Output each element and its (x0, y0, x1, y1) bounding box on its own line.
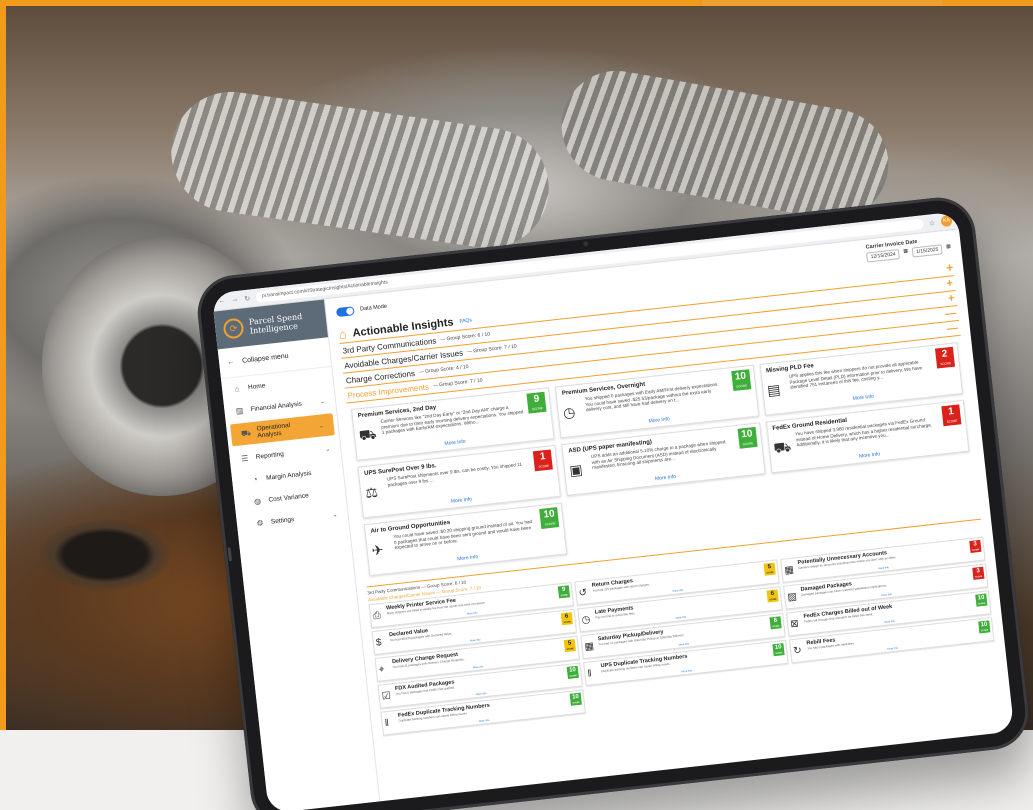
home-icon: ⌂ (234, 383, 241, 394)
chevron-down-icon: ⌄ (332, 511, 338, 519)
sliders-icon: ☰ (240, 453, 249, 463)
truck-icon: ⛟ (240, 428, 252, 439)
chevron-down-icon: ⌄ (318, 422, 325, 430)
barcode-icon: ‖ (586, 668, 593, 680)
reload-icon[interactable]: ↻ (244, 294, 251, 303)
gear-icon: ⚙ (255, 517, 265, 528)
calendar-icon[interactable]: ▦ (946, 243, 952, 253)
plane-truck-icon: ✈ (370, 541, 385, 559)
score-badge: 9 SCORE (557, 585, 571, 599)
score-badge: 5 SCORE (563, 638, 576, 653)
margin-icon: ◔ (252, 474, 259, 484)
score-badge: 3 SCORE (972, 566, 985, 580)
return-icon: ↺ (578, 587, 588, 600)
scale-icon: ⚖ (364, 483, 379, 502)
camera-dot (583, 241, 589, 247)
threaded-hole-image (40, 520, 170, 590)
collapse-icon[interactable]: — (946, 322, 958, 335)
score-badge: 6 SCORE (766, 589, 779, 603)
score-badge: 10 SCORE (569, 692, 582, 706)
back-arrow-icon[interactable]: ← (218, 297, 226, 305)
calendar-icon[interactable]: ▦ (903, 248, 909, 258)
invoice-date-filter: Carrier Invoice Date 12/15/2024 ▦ 1/15/2… (865, 235, 952, 263)
tablet-device: ← → ↻ pi.transimpact.com/#/StrategicInsi… (193, 193, 1033, 810)
accent-bar-left (0, 0, 6, 730)
box-check-icon: ☑ (381, 690, 392, 703)
date-to-field[interactable]: 1/15/2025 (911, 244, 943, 258)
late-icon: ◷ (581, 614, 591, 627)
group-score: — Group Score: 4 / 10 (418, 363, 469, 376)
chevron-down-icon: ⌄ (319, 398, 326, 405)
logo-text: Parcel Spend Intelligence (248, 311, 303, 336)
data-mode-label: Data Mode (359, 303, 388, 313)
boxes-icon: ▣ (568, 461, 584, 479)
score-badge: 6 SCORE (560, 612, 574, 626)
date-from-field[interactable]: 12/15/2024 (866, 249, 901, 263)
value-icon: $ (375, 637, 383, 649)
score-badge: 8 SCORE (769, 616, 782, 630)
calendar-x-icon: ⊠ (789, 618, 800, 631)
home-icon: ⌂ (337, 326, 348, 342)
score-badge: 1 SCORE (533, 449, 554, 472)
score-badge: 10 SCORE (975, 593, 988, 607)
user-avatar[interactable]: KA (940, 215, 953, 228)
rebill-icon: ↻ (792, 645, 803, 658)
score-badge: 2 SCORE (934, 346, 956, 369)
accounts-icon: ▦ (783, 564, 795, 577)
chevron-down-icon: ⌄ (325, 446, 331, 453)
expand-icon[interactable]: + (946, 277, 954, 290)
printer-icon: ⎙ (372, 610, 382, 622)
collapse-icon[interactable]: — (945, 307, 957, 320)
barcode-icon: ‖ (384, 717, 390, 730)
clock-icon: ◷ (562, 403, 577, 421)
accent-bar-top-highlight (702, 0, 942, 6)
group-score: — Group Score: 6 / 10 (439, 331, 491, 343)
side-button (227, 547, 233, 562)
variance-icon: ◍ (253, 496, 262, 506)
score-badge: 9 SCORE (526, 391, 547, 414)
score-badge: 10 SCORE (730, 369, 751, 392)
score-badge: 3 SCORE (969, 539, 982, 554)
score-badge: 5 SCORE (763, 562, 776, 576)
group-score: — Group Score: 7 / 10 (432, 377, 483, 389)
score-badge: 10 SCORE (566, 665, 579, 679)
truck-clock-icon: ⛟ (358, 425, 378, 444)
score-badge: 10 SCORE (978, 620, 991, 634)
scene: ← → ↻ pi.transimpact.com/#/StrategicInsi… (0, 0, 1033, 810)
pin-icon: ⌖ (378, 664, 386, 676)
chart-icon: ▥ (235, 405, 244, 416)
document-icon: ▤ (766, 380, 782, 399)
expand-icon[interactable]: + (945, 260, 954, 275)
truck-icon: ⛟ (772, 438, 792, 456)
calendar-icon: ▦ (584, 640, 595, 653)
logo-mark-icon: ⟳ (222, 317, 245, 340)
score-badge: 10 SCORE (772, 643, 785, 657)
score-badge: 10 SCORE (539, 507, 560, 529)
main-content: Data Mode Carrier Invoice Date 12/15/202… (325, 229, 1015, 801)
damaged-icon: ▧ (786, 591, 798, 604)
score-badge: 1 SCORE (941, 404, 962, 427)
data-mode-toggle[interactable] (335, 305, 355, 317)
forward-arrow-icon[interactable]: → (231, 296, 239, 304)
group-score: — Group Score: 7 / 10 (466, 343, 518, 356)
collapse-menu-label: Collapse menu (241, 352, 289, 365)
faq-link[interactable]: FAQs (459, 317, 472, 324)
expand-icon[interactable]: + (947, 292, 955, 305)
star-icon[interactable]: ☆ (928, 218, 936, 227)
arrow-left-icon: ← (226, 358, 235, 367)
tablet-screen: ← → ↻ pi.transimpact.com/#/StrategicInsi… (211, 211, 1015, 810)
score-badge: 10 SCORE (737, 426, 758, 449)
